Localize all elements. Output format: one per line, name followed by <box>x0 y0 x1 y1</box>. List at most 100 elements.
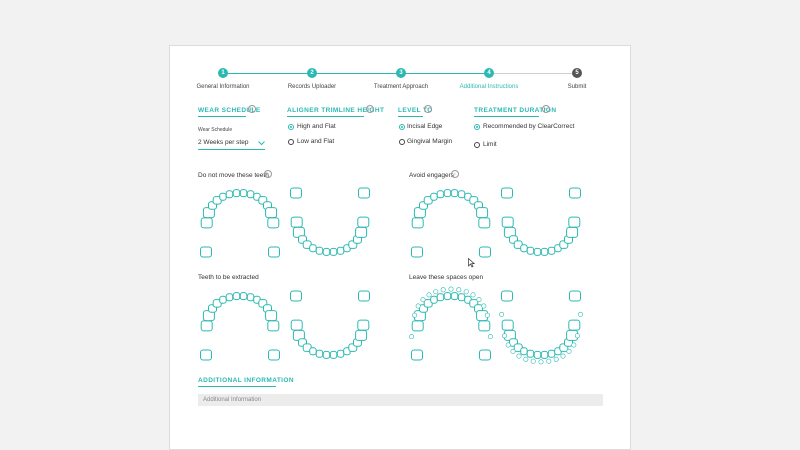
tooth-7[interactable] <box>315 246 324 255</box>
tooth-16[interactable] <box>358 290 370 302</box>
space-12[interactable] <box>566 348 572 354</box>
tooth-10[interactable] <box>336 246 345 255</box>
tooth-8[interactable] <box>533 350 542 359</box>
tooth-16[interactable] <box>569 290 581 302</box>
wear-schedule-info-icon[interactable]: i <box>248 105 256 113</box>
tooth-14[interactable] <box>355 329 368 341</box>
do-not-move-info-icon[interactable]: i <box>264 170 272 178</box>
tooth-14[interactable] <box>265 207 278 219</box>
aligner-trimline-info-icon[interactable]: i <box>366 105 374 113</box>
tooth-2[interactable] <box>501 319 514 331</box>
step-4-circle[interactable]: 4 <box>484 68 494 78</box>
upper-arch-spaces-open[interactable] <box>409 286 493 363</box>
space-14[interactable] <box>484 312 490 318</box>
space-8[interactable] <box>538 359 544 365</box>
tooth-9[interactable] <box>239 189 248 198</box>
space-6[interactable] <box>433 289 439 295</box>
tooth-10[interactable] <box>457 293 466 302</box>
level-to-info-icon[interactable]: i <box>424 105 432 113</box>
tooth-6[interactable] <box>430 295 438 304</box>
tooth-16[interactable] <box>268 246 280 258</box>
tooth-6[interactable] <box>430 192 438 201</box>
tooth-9[interactable] <box>450 292 459 301</box>
tooth-2[interactable] <box>200 320 213 332</box>
tooth-7[interactable] <box>526 349 535 358</box>
space-11[interactable] <box>470 292 476 298</box>
space-2[interactable] <box>412 312 418 318</box>
tooth-15[interactable] <box>568 319 581 331</box>
upper-arch-avoid-engagers[interactable] <box>409 185 493 260</box>
step-2-circle[interactable]: 2 <box>307 68 317 78</box>
tooth-16[interactable] <box>479 349 491 361</box>
tooth-2[interactable] <box>290 216 303 228</box>
space-5[interactable] <box>516 353 522 359</box>
tooth-9[interactable] <box>239 292 248 301</box>
tooth-16[interactable] <box>358 187 370 199</box>
tooth-9[interactable] <box>450 189 459 198</box>
radio-gingival-margin[interactable] <box>399 139 405 145</box>
tooth-8[interactable] <box>533 247 542 256</box>
tooth-8[interactable] <box>322 247 331 256</box>
space-14[interactable] <box>574 333 580 339</box>
step-1-circle[interactable]: 1 <box>218 68 228 78</box>
tooth-8[interactable] <box>443 189 452 198</box>
space-11[interactable] <box>560 353 566 359</box>
space-5[interactable] <box>426 292 432 298</box>
space-4[interactable] <box>510 348 516 354</box>
space-4[interactable] <box>420 297 426 303</box>
lower-arch-spaces-open[interactable] <box>499 288 583 365</box>
tooth-15[interactable] <box>357 319 370 331</box>
tooth-1[interactable] <box>501 290 513 302</box>
tooth-1[interactable] <box>411 349 423 361</box>
tooth-10[interactable] <box>457 190 466 199</box>
tooth-6[interactable] <box>520 347 528 356</box>
tooth-1[interactable] <box>200 246 212 258</box>
lower-arch-extract[interactable] <box>288 288 372 363</box>
tooth-1[interactable] <box>501 187 513 199</box>
avoid-engagers-info-icon[interactable]: i <box>451 170 459 178</box>
tooth-8[interactable] <box>232 189 241 198</box>
tooth-6[interactable] <box>219 192 227 201</box>
tooth-8[interactable] <box>322 350 331 359</box>
space-3[interactable] <box>415 303 421 309</box>
space-15[interactable] <box>577 311 583 317</box>
space-9[interactable] <box>546 358 552 364</box>
tooth-2[interactable] <box>290 319 303 331</box>
upper-arch-do-not-move[interactable] <box>198 185 282 260</box>
radio-incisal-edge[interactable] <box>399 124 405 130</box>
tooth-7[interactable] <box>526 246 535 255</box>
tooth-1[interactable] <box>290 290 302 302</box>
space-12[interactable] <box>476 297 482 303</box>
tooth-2[interactable] <box>200 217 213 229</box>
tooth-1[interactable] <box>411 246 423 258</box>
space-1[interactable] <box>499 311 505 317</box>
tooth-1[interactable] <box>200 349 212 361</box>
tooth-8[interactable] <box>232 292 241 301</box>
space-10[interactable] <box>553 356 559 362</box>
step-3-circle[interactable]: 3 <box>396 68 406 78</box>
tooth-10[interactable] <box>547 246 556 255</box>
space-13[interactable] <box>571 342 577 348</box>
tooth-1[interactable] <box>290 187 302 199</box>
tooth-10[interactable] <box>336 349 345 358</box>
tooth-14[interactable] <box>476 207 489 219</box>
lower-arch-do-not-move[interactable] <box>288 185 372 260</box>
tooth-10[interactable] <box>246 190 255 199</box>
tooth-10[interactable] <box>246 293 255 302</box>
tooth-15[interactable] <box>568 216 581 228</box>
tooth-6[interactable] <box>520 244 528 253</box>
space-10[interactable] <box>463 289 469 295</box>
space-7[interactable] <box>440 287 446 293</box>
tooth-2[interactable] <box>411 320 424 332</box>
space-9[interactable] <box>456 287 462 293</box>
tooth-14[interactable] <box>265 310 278 322</box>
tooth-15[interactable] <box>267 320 280 332</box>
tooth-15[interactable] <box>267 217 280 229</box>
tooth-15[interactable] <box>478 217 491 229</box>
tooth-7[interactable] <box>225 293 234 302</box>
space-8[interactable] <box>448 286 454 292</box>
radio-low-and-flat[interactable] <box>288 139 294 145</box>
space-7[interactable] <box>530 358 536 364</box>
space-2[interactable] <box>502 333 508 339</box>
space-15[interactable] <box>487 334 493 340</box>
